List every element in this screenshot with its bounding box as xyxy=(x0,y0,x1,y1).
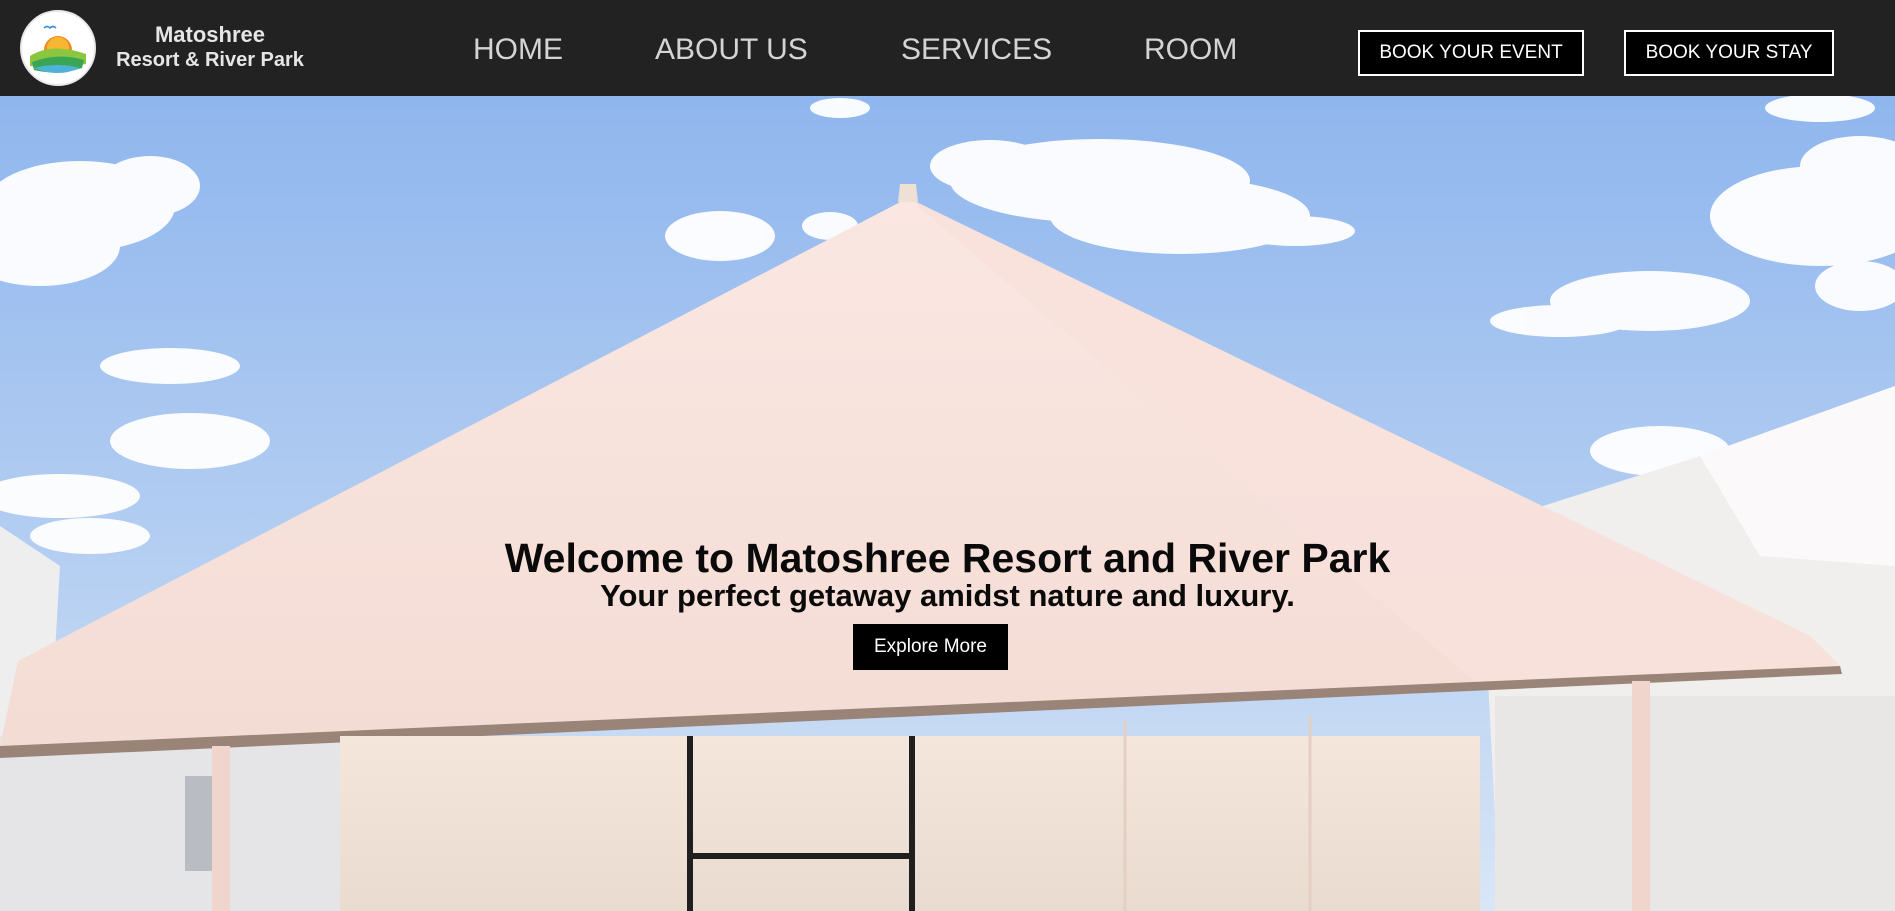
nav-about-link[interactable]: ABOUT US xyxy=(655,30,808,70)
site-header: Matoshree Resort & River Park HOME ABOUT… xyxy=(0,0,1895,96)
brand-block: Matoshree Resort & River Park xyxy=(100,22,320,72)
hero-subtitle: Your perfect getaway amidst nature and l… xyxy=(600,578,1295,613)
brand-subtitle: Resort & River Park xyxy=(116,49,304,71)
book-event-button[interactable]: BOOK YOUR EVENT xyxy=(1358,30,1584,76)
nav-services-link[interactable]: SERVICES xyxy=(901,30,1052,70)
hero-title: Welcome to Matoshree Resort and River Pa… xyxy=(504,535,1391,581)
brand-logo-icon[interactable] xyxy=(20,10,96,86)
hero-section: Welcome to Matoshree Resort and River Pa… xyxy=(0,96,1895,911)
hero-background-image xyxy=(0,96,1895,911)
book-stay-button[interactable]: BOOK YOUR STAY xyxy=(1624,30,1834,76)
nav-room-link[interactable]: ROOM xyxy=(1144,30,1237,70)
nav-home-link[interactable]: HOME xyxy=(473,30,563,70)
explore-more-button[interactable]: Explore More xyxy=(853,624,1008,670)
brand-name: Matoshree xyxy=(154,22,266,47)
